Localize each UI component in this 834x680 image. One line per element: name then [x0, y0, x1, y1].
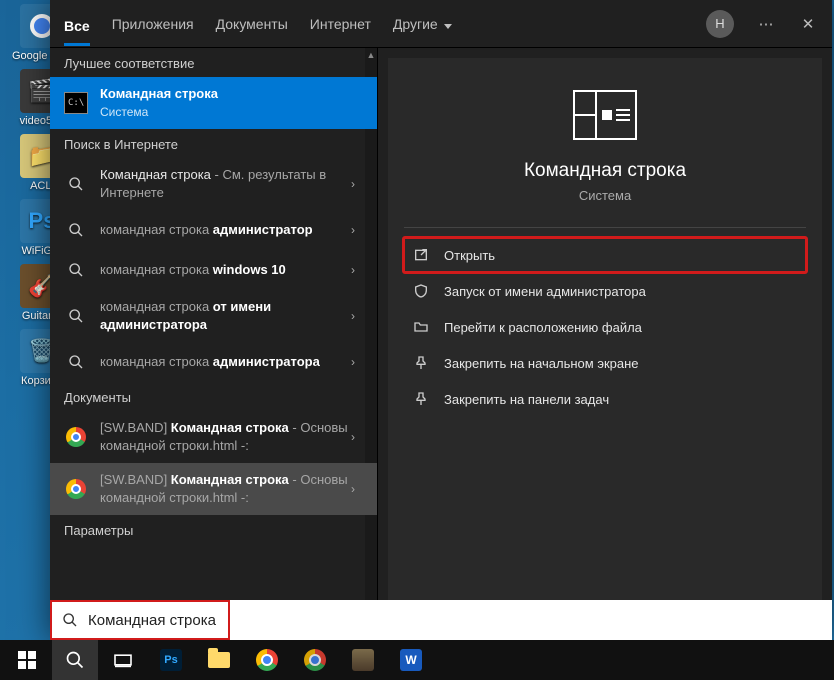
- chrome-icon: [256, 649, 278, 671]
- taskview-icon: [113, 652, 133, 668]
- action-pin-taskbar[interactable]: Закрепить на панели задач: [404, 382, 806, 416]
- action-label: Запуск от имени администратора: [444, 284, 646, 299]
- more-options-button[interactable]: ⋯: [756, 15, 776, 33]
- taskbar: Ps W: [0, 640, 834, 680]
- document-result[interactable]: [SW.BAND] Командная строка - Основы кома…: [50, 411, 377, 463]
- scroll-up-icon[interactable]: ▲: [365, 48, 377, 62]
- user-avatar[interactable]: Н: [706, 10, 734, 38]
- web-result[interactable]: командная строка windows 10 ›: [50, 250, 377, 290]
- chevron-right-icon: ›: [351, 309, 355, 323]
- pin-icon: [412, 354, 430, 372]
- taskbar-explorer[interactable]: [196, 640, 242, 680]
- tab-more-label: Другие: [393, 16, 438, 32]
- shield-icon: [412, 282, 430, 300]
- search-icon: [64, 304, 88, 328]
- taskbar-taskview[interactable]: [100, 640, 146, 680]
- result-title: Командная строка: [100, 85, 363, 103]
- taskbar-word[interactable]: W: [388, 640, 434, 680]
- action-run-as-admin[interactable]: Запуск от имени администратора: [404, 274, 806, 308]
- search-icon: [65, 650, 85, 670]
- result-subtitle: Система: [100, 103, 363, 121]
- doc-pre: [SW.BAND]: [100, 420, 171, 435]
- taskbar-app[interactable]: [340, 640, 386, 680]
- search-filter-tabs: Все Приложения Документы Интернет Другие…: [50, 0, 832, 48]
- web-result[interactable]: Командная строка - См. результаты в Инте…: [50, 158, 377, 210]
- action-open-location[interactable]: Перейти к расположению файла: [404, 310, 806, 344]
- chevron-right-icon: ›: [351, 482, 355, 496]
- preview-actions: Открыть Запуск от имени администратора П…: [388, 228, 822, 426]
- search-icon: [64, 218, 88, 242]
- chrome-icon: [64, 425, 88, 449]
- web-result[interactable]: командная строка от имени администратора…: [50, 290, 377, 342]
- chevron-right-icon: ›: [351, 430, 355, 444]
- section-documents: Документы: [50, 382, 377, 411]
- start-button[interactable]: [4, 640, 50, 680]
- chrome-icon: [64, 477, 88, 501]
- cmd-icon: C:\: [64, 91, 88, 115]
- chevron-right-icon: ›: [351, 177, 355, 191]
- folder-icon: [412, 318, 430, 336]
- action-label: Открыть: [444, 248, 495, 263]
- section-best-match: Лучшее соответствие: [50, 48, 377, 77]
- section-parameters: Параметры: [50, 515, 377, 544]
- preview-title: Командная строка: [524, 160, 686, 182]
- tab-documents[interactable]: Документы: [216, 12, 288, 36]
- close-button[interactable]: ✕: [798, 15, 818, 33]
- chrome-icon: [304, 649, 326, 671]
- result-text: Командная строка: [100, 167, 211, 182]
- chevron-right-icon: ›: [351, 263, 355, 277]
- results-list: ▲ Лучшее соответствие C:\ Командная стро…: [50, 48, 378, 640]
- app-icon: [352, 649, 374, 671]
- chevron-right-icon: ›: [351, 355, 355, 369]
- web-result[interactable]: командная строка администратор ›: [50, 210, 377, 250]
- result-prefix: командная строка: [100, 262, 213, 277]
- taskbar-photoshop[interactable]: Ps: [148, 640, 194, 680]
- preview-subtitle: Система: [579, 188, 631, 203]
- action-label: Перейти к расположению файла: [444, 320, 642, 335]
- chevron-down-icon: [442, 16, 452, 32]
- folder-icon: [208, 652, 230, 668]
- tab-web[interactable]: Интернет: [310, 12, 371, 36]
- action-label: Закрепить на начальном экране: [444, 356, 639, 371]
- document-result-selected[interactable]: [SW.BAND] Командная строка - Основы кома…: [50, 463, 377, 515]
- action-label: Закрепить на панели задач: [444, 392, 609, 407]
- result-bold: администратор: [213, 222, 313, 237]
- result-bold: администратора: [213, 354, 320, 369]
- web-result[interactable]: командная строка администратора ›: [50, 342, 377, 382]
- pin-icon: [412, 390, 430, 408]
- result-bold: windows 10: [213, 262, 286, 277]
- action-open[interactable]: Открыть: [404, 238, 806, 272]
- taskbar-chrome[interactable]: [244, 640, 290, 680]
- taskbar-search[interactable]: [52, 640, 98, 680]
- result-prefix: командная строка: [100, 354, 213, 369]
- search-icon: [64, 258, 88, 282]
- chevron-right-icon: ›: [351, 223, 355, 237]
- tab-all[interactable]: Все: [64, 14, 90, 46]
- action-pin-start[interactable]: Закрепить на начальном экране: [404, 346, 806, 380]
- result-prefix: командная строка: [100, 299, 213, 314]
- search-icon: [64, 172, 88, 196]
- doc-bold: Командная строка: [171, 420, 289, 435]
- preview-pane: Командная строка Система Открыть Запуск …: [378, 48, 832, 640]
- result-prefix: командная строка: [100, 222, 213, 237]
- word-icon: W: [400, 649, 422, 671]
- section-web: Поиск в Интернете: [50, 129, 377, 158]
- photoshop-icon: Ps: [160, 649, 182, 671]
- tab-apps[interactable]: Приложения: [112, 12, 194, 36]
- result-best-match[interactable]: C:\ Командная строка Система: [50, 77, 377, 129]
- start-search-panel: Все Приложения Документы Интернет Другие…: [50, 0, 832, 640]
- search-box[interactable]: Командная строка: [50, 600, 832, 640]
- taskbar-chrome-2[interactable]: [292, 640, 338, 680]
- doc-bold: Командная строка: [171, 472, 289, 487]
- open-icon: [412, 246, 430, 264]
- doc-pre: [SW.BAND]: [100, 472, 171, 487]
- windows-logo-icon: [18, 651, 36, 669]
- search-icon: [62, 612, 78, 628]
- app-window-icon: [573, 90, 637, 140]
- search-icon: [64, 350, 88, 374]
- tab-more[interactable]: Другие: [393, 12, 452, 36]
- search-input-text: Командная строка: [88, 612, 216, 629]
